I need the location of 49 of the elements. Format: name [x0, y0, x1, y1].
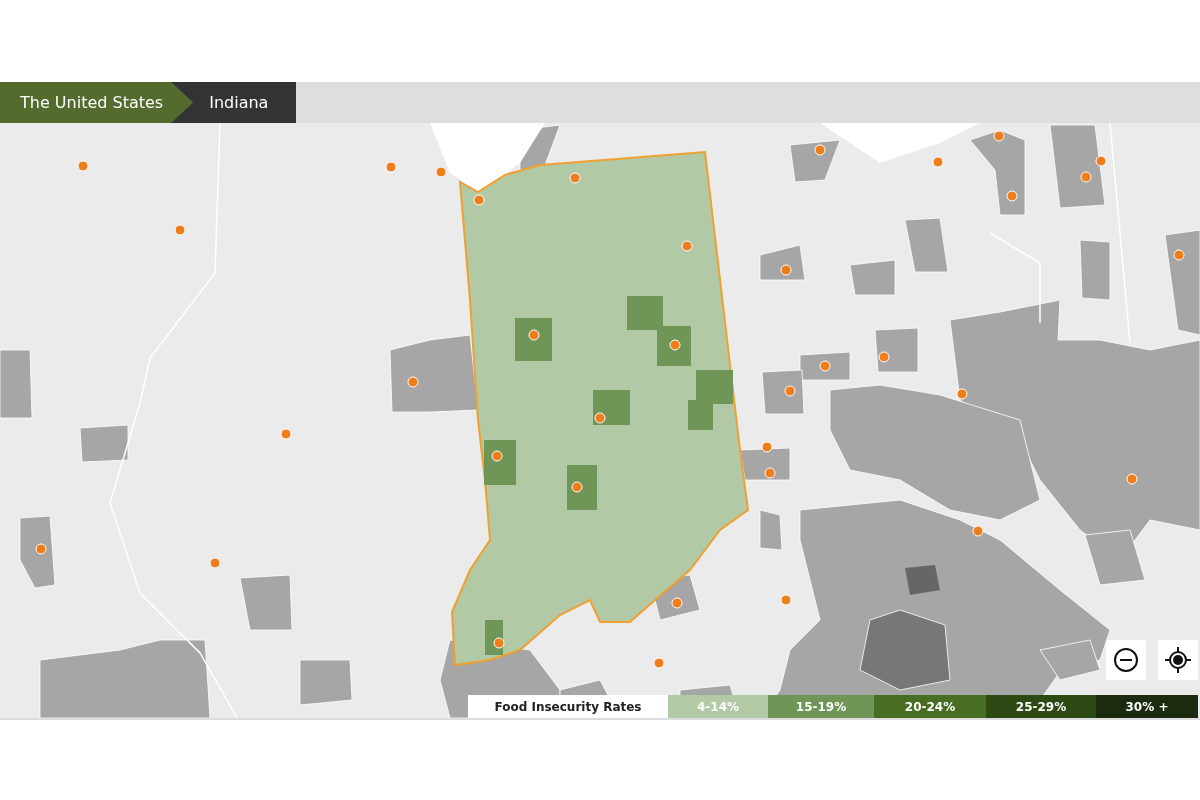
city-dot[interactable]	[280, 428, 292, 440]
city-dot[interactable]	[681, 240, 693, 252]
city-dot[interactable]	[784, 385, 796, 397]
city-dot[interactable]	[77, 160, 89, 172]
breadcrumb-link[interactable]: The United States	[0, 82, 194, 123]
city-dot[interactable]	[878, 351, 890, 363]
breadcrumb-link[interactable]: Indiana	[171, 82, 297, 123]
city-dot[interactable]	[594, 412, 606, 424]
city-dot[interactable]	[407, 376, 419, 388]
city-dot[interactable]	[435, 166, 447, 178]
city-dot[interactable]	[528, 329, 540, 341]
legend-item: 15-19%	[768, 695, 874, 718]
city-dot[interactable]	[1173, 249, 1185, 261]
city-dot[interactable]	[491, 450, 503, 462]
city-dot[interactable]	[35, 543, 47, 555]
legend-item: 25-29%	[986, 695, 1096, 718]
city-dot[interactable]	[1095, 155, 1107, 167]
city-dot[interactable]	[1006, 190, 1018, 202]
city-dot[interactable]	[780, 594, 792, 606]
legend-title: Food Insecurity Rates	[468, 695, 668, 718]
city-dot[interactable]	[209, 557, 221, 569]
legend-item: 30% +	[1096, 695, 1198, 718]
city-dot[interactable]	[972, 525, 984, 537]
city-dot[interactable]	[780, 264, 792, 276]
city-dot[interactable]	[669, 339, 681, 351]
city-dot[interactable]	[1080, 171, 1092, 183]
indiana-map-shape[interactable]	[451, 150, 750, 667]
city-dot[interactable]	[956, 388, 968, 400]
city-dot[interactable]	[671, 597, 683, 609]
legend-item: 20-24%	[874, 695, 986, 718]
locate-icon	[1164, 646, 1192, 674]
locate-button[interactable]	[1158, 640, 1198, 680]
city-dot[interactable]	[493, 637, 505, 649]
city-dot[interactable]	[1126, 473, 1138, 485]
city-dot[interactable]	[473, 194, 485, 206]
city-dot[interactable]	[653, 657, 665, 669]
legend-item: 4-14%	[668, 695, 768, 718]
city-dot[interactable]	[819, 360, 831, 372]
minus-icon	[1113, 647, 1139, 673]
city-dot[interactable]	[174, 224, 186, 236]
city-dot[interactable]	[385, 161, 397, 173]
zoom-out-button[interactable]	[1106, 640, 1146, 680]
city-dot[interactable]	[569, 172, 581, 184]
city-dot[interactable]	[761, 441, 773, 453]
city-dot[interactable]	[993, 130, 1005, 142]
city-dot[interactable]	[571, 481, 583, 493]
city-dot[interactable]	[764, 467, 776, 479]
city-dot[interactable]	[932, 156, 944, 168]
city-dot[interactable]	[814, 144, 826, 156]
